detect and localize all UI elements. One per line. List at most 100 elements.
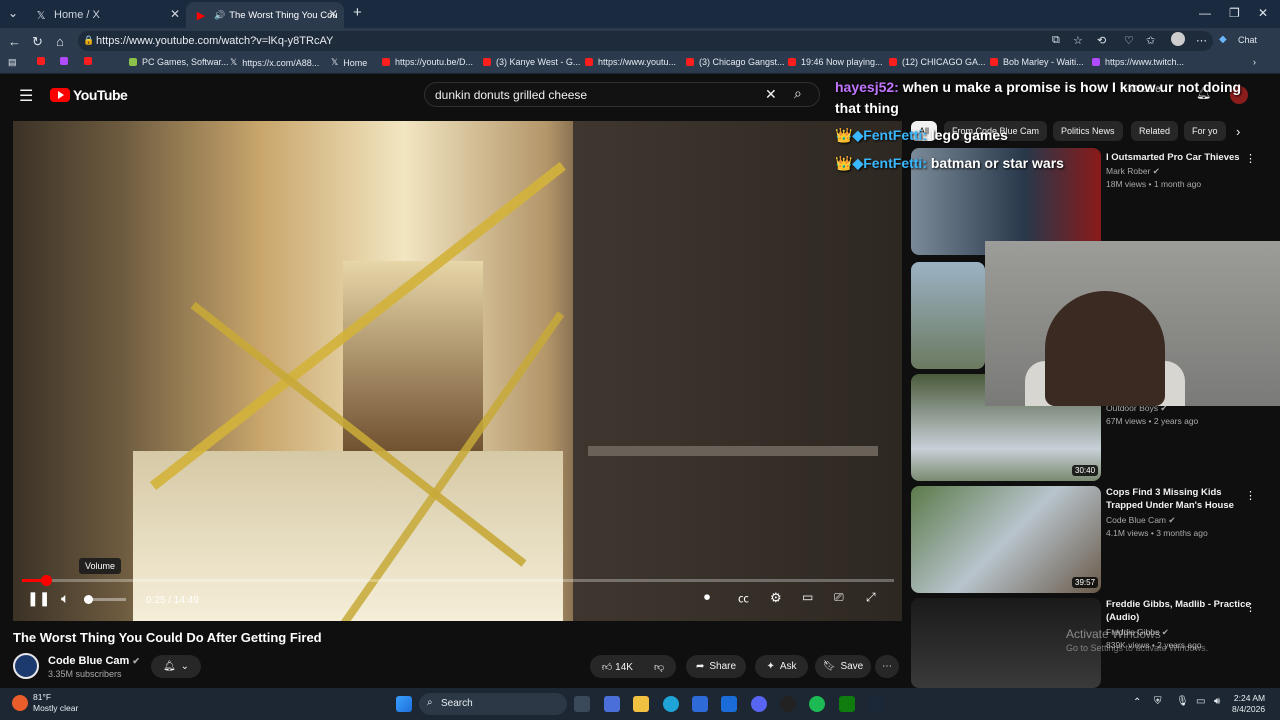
maximize-icon[interactable]: ❐ (1229, 6, 1240, 20)
save-button[interactable]: 🔖︎ Save (815, 655, 871, 678)
bookmark-item[interactable]: (12) CHICAGO GA... (889, 57, 986, 67)
new-tab-icon[interactable]: + (353, 4, 362, 21)
bookmark-item[interactable] (60, 57, 73, 65)
video-player[interactable] (13, 121, 902, 621)
favorites-icon[interactable]: ✩ (1146, 34, 1155, 47)
refresh-icon[interactable]: ↻ (32, 34, 43, 50)
extensions-icon[interactable]: ⟲ (1097, 34, 1106, 47)
app-icon[interactable] (780, 696, 796, 712)
webcam-streamer (1045, 291, 1165, 406)
address-bar[interactable]: 🔒 https://www.youtube.com/watch?v=lKq-y8… (78, 31, 1213, 51)
split-screen-icon[interactable]: ⧉ (1052, 34, 1060, 47)
autoplay-toggle-icon[interactable]: ⏺ (704, 590, 710, 605)
xbox-icon[interactable] (839, 696, 855, 712)
outlook-icon[interactable] (721, 696, 737, 712)
search-input[interactable]: dunkin donuts grilled cheese ✕ ⌕ (424, 82, 820, 107)
chat-button[interactable]: Chat (1238, 35, 1257, 45)
show-hidden-icons-chevron-icon[interactable]: ⌃ (1133, 697, 1141, 708)
edge-browser-icon[interactable] (663, 696, 679, 712)
more-vertical-icon[interactable]: ⋮ (1245, 152, 1256, 165)
speaker-icon[interactable]: 🔊︎ (1214, 696, 1220, 707)
cast-icon[interactable]: ⎚ (834, 590, 844, 605)
more-actions-button[interactable]: ⋯ (875, 655, 899, 678)
more-options-icon[interactable]: ⋯ (1196, 34, 1207, 47)
ask-button[interactable]: ✦ Ask (755, 655, 808, 678)
channel-avatar[interactable] (13, 653, 39, 679)
share-button[interactable]: ➦ Share (686, 655, 746, 678)
bookmark-item[interactable]: https://www.twitch... (1092, 57, 1184, 67)
volume-icon[interactable]: 🔈︎ (61, 590, 69, 607)
store-icon[interactable] (692, 696, 708, 712)
system-clock[interactable]: 2:24 AM 8/4/2026 (1232, 693, 1265, 715)
close-window-icon[interactable]: ✕ (1258, 6, 1268, 20)
channel-name: Mark Rober ✔ (1106, 166, 1160, 176)
activate-windows-title: Activate Windows (1066, 627, 1161, 641)
home-icon[interactable]: ⌂ (56, 34, 64, 49)
bookmark-item[interactable]: https://www.youtu... (585, 57, 676, 67)
copilot-icon[interactable]: ◆ (1219, 34, 1227, 45)
bookmark-item[interactable] (37, 57, 50, 65)
profile-avatar[interactable] (1171, 32, 1185, 46)
steam-icon[interactable] (868, 696, 884, 712)
bookmark-item[interactable]: 𝕏https://x.com/A88... (230, 57, 319, 68)
chip-politics-news[interactable]: Politics News (1053, 121, 1123, 141)
captions-icon[interactable]: ㏄ (738, 590, 749, 606)
discord-icon[interactable] (751, 696, 767, 712)
menu-icon[interactable]: ☰ (19, 86, 33, 106)
close-tab-icon[interactable]: ✕ (170, 7, 180, 21)
microphone-icon[interactable]: 🎙︎ (1176, 696, 1189, 707)
chip-related[interactable]: Related (1131, 121, 1179, 141)
fullscreen-icon[interactable]: ⤢ (866, 590, 876, 605)
youtube-logo[interactable]: YouTube (50, 87, 128, 103)
pause-icon[interactable]: ❚❚ (27, 590, 50, 607)
taskbar-search[interactable]: ⌕ Search (419, 693, 567, 715)
network-shield-icon[interactable]: ⛨ (1154, 696, 1162, 707)
tab-youtube-video[interactable]: ▶ 🔊 The Worst Thing You Could D ✕ (186, 2, 344, 28)
channel-name[interactable]: Code Blue Cam ✔ (48, 655, 140, 667)
weather-icon[interactable] (12, 695, 28, 711)
bookmark-item[interactable]: 𝕏 Home (331, 57, 367, 68)
bookmark-item[interactable]: Bob Marley - Waiti... (990, 57, 1084, 67)
tab-home-x[interactable]: 𝕏 Home / X ✕ (26, 2, 186, 28)
bookmark-item[interactable]: (3) Kanye West - G... (483, 57, 580, 67)
weather-widget[interactable]: 81°F Mostly clear (33, 692, 78, 714)
bookmark-item[interactable]: (3) Chicago Gangst... (686, 57, 785, 67)
bookmark-item[interactable]: https://youtu.be/D... (382, 57, 473, 67)
tab-actions-chevron-icon[interactable]: ⌄ (8, 6, 18, 20)
site-info-icon[interactable]: 🔒 (83, 35, 94, 46)
chip-for-you[interactable]: For yo (1184, 121, 1226, 141)
windows-start-icon[interactable] (396, 696, 412, 712)
minimize-icon[interactable]: — (1199, 6, 1211, 20)
miniplayer-icon[interactable]: ▭ (802, 590, 813, 604)
volume-knob[interactable] (84, 595, 93, 604)
task-view-icon[interactable] (574, 696, 590, 712)
speaker-icon[interactable]: 🔊 (214, 10, 225, 21)
more-horizontal-icon: ⋯ (882, 661, 892, 672)
video-thumbnail[interactable] (911, 262, 985, 369)
favorite-star-icon[interactable]: ☆ (1073, 34, 1083, 47)
video-progress-bar[interactable] (22, 575, 894, 586)
sidebar-icon[interactable]: ▤ (8, 57, 17, 68)
file-explorer-icon[interactable] (633, 696, 649, 712)
display-icon[interactable]: ▭ (1196, 696, 1205, 707)
more-vertical-icon[interactable]: ⋮ (1245, 489, 1256, 502)
bookmark-item[interactable] (84, 57, 97, 65)
browser-essentials-icon[interactable]: ♡ (1124, 34, 1134, 47)
more-vertical-icon[interactable]: ⋮ (1245, 601, 1256, 614)
browser-titlebar: ⌄ 𝕏 Home / X ✕ ▶ 🔊 The Worst Thing You C… (0, 0, 1280, 28)
twitch-favicon-icon (60, 57, 68, 65)
like-button[interactable]: 👍︎ 14K (602, 661, 633, 673)
dislike-button[interactable]: 👎︎ (654, 661, 664, 673)
widgets-icon[interactable] (604, 696, 620, 712)
bookmark-item[interactable]: PC Games, Softwar... (129, 57, 229, 67)
spotify-icon[interactable] (809, 696, 825, 712)
search-icon[interactable]: ⌕ (794, 85, 802, 102)
more-bookmarks-icon[interactable]: › (1253, 57, 1256, 67)
bookmark-item[interactable]: 19:46 Now playing... (788, 57, 883, 67)
chips-next-icon[interactable]: › (1236, 124, 1240, 139)
close-tab-icon[interactable]: ✕ (328, 7, 338, 21)
back-icon[interactable]: ← (8, 34, 21, 49)
settings-gear-icon[interactable]: ⚙ (770, 590, 782, 606)
clear-search-icon[interactable]: ✕ (765, 86, 777, 103)
subscribed-notifications-button[interactable]: 🔔︎ ⌄ (151, 655, 201, 678)
